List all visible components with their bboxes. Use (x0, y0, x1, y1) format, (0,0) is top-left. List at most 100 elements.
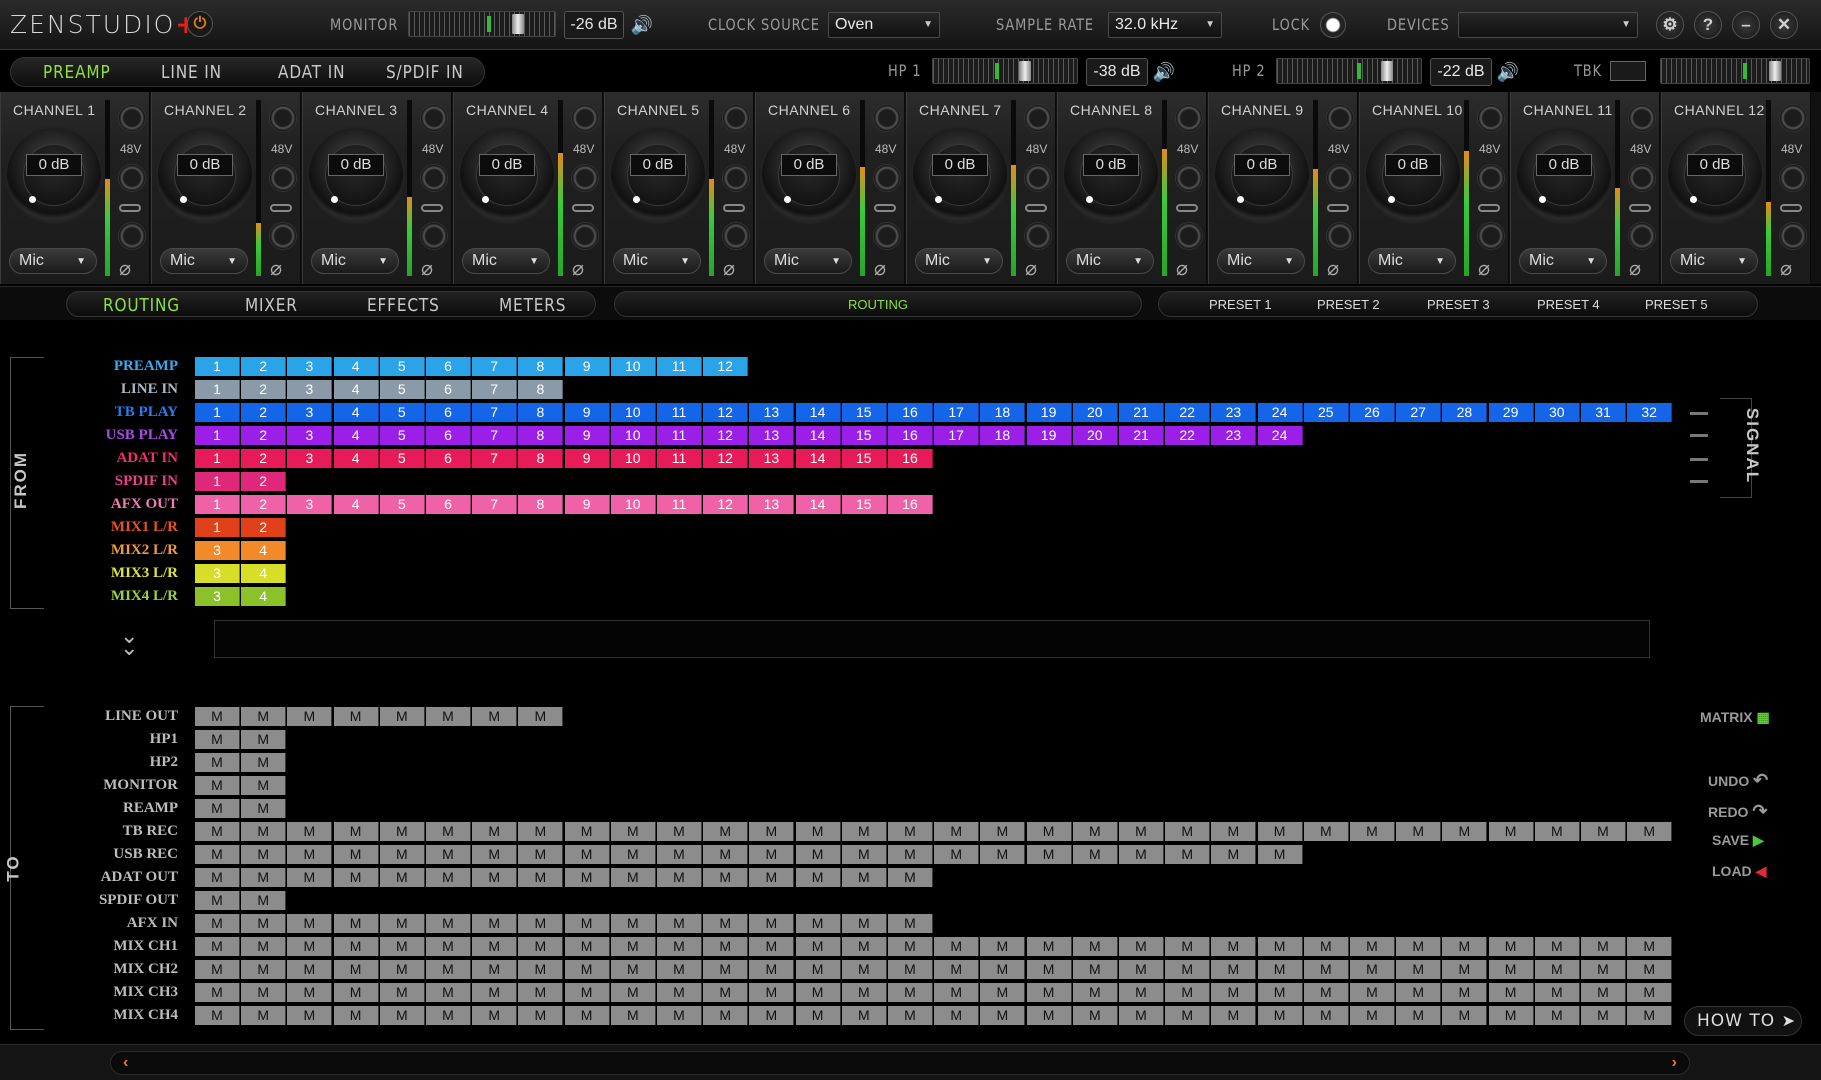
scroll-left-icon[interactable]: ‹ (123, 1054, 128, 1072)
mute-cell[interactable]: M (1211, 845, 1257, 864)
gain-knob[interactable]: 0 dB (1517, 128, 1611, 222)
mute-cell[interactable]: M (934, 983, 980, 1002)
mute-cell[interactable]: M (888, 937, 933, 956)
mute-cell[interactable]: M (1627, 822, 1673, 841)
from-cell[interactable]: 1 (195, 426, 240, 445)
mute-cell[interactable]: M (934, 937, 980, 956)
mute-cell[interactable]: M (841, 845, 887, 864)
mute-cell[interactable]: M (888, 845, 933, 864)
mute-cell[interactable]: M (1534, 937, 1580, 956)
link-icon[interactable] (1629, 204, 1651, 212)
link-icon[interactable] (1025, 204, 1047, 212)
from-cell[interactable]: 6 (426, 426, 471, 445)
from-cell[interactable]: 7 (472, 403, 518, 422)
from-cell[interactable]: 12 (703, 357, 749, 376)
from-cell[interactable]: 7 (472, 426, 518, 445)
mute-cell[interactable]: M (472, 960, 518, 979)
from-cell[interactable]: 1 (195, 495, 240, 514)
mute-cell[interactable]: M (518, 914, 564, 933)
horizontal-scrollbar[interactable]: ‹ › (110, 1051, 1690, 1075)
gain-knob[interactable]: 0 dB (1668, 128, 1762, 222)
mute-cell[interactable]: M (1303, 1006, 1349, 1025)
mute-cell[interactable]: M (1165, 937, 1211, 956)
phase-invert-icon[interactable]: ⌀ (1327, 256, 1339, 281)
mute-cell[interactable]: M (287, 937, 333, 956)
mute-cell[interactable]: M (1442, 1006, 1488, 1025)
mute-cell[interactable]: M (841, 960, 887, 979)
mute-cell[interactable]: M (657, 960, 702, 979)
tbk-fader[interactable] (1660, 58, 1810, 84)
mute-cell[interactable]: M (1442, 937, 1488, 956)
mute-cell[interactable]: M (795, 1006, 841, 1025)
mute-cell[interactable]: M (195, 822, 240, 841)
from-cell[interactable]: 14 (795, 495, 841, 514)
mute-cell[interactable]: M (610, 845, 656, 864)
from-cell[interactable]: 6 (426, 380, 471, 399)
mute-cell[interactable]: M (841, 914, 887, 933)
from-cell[interactable]: 14 (795, 426, 841, 445)
from-cell[interactable]: 15 (841, 403, 887, 422)
mute-cell[interactable]: M (749, 914, 795, 933)
hpf-button[interactable] (420, 222, 448, 250)
mute-cell[interactable]: M (518, 868, 564, 887)
mute-cell[interactable]: M (610, 960, 656, 979)
from-cell[interactable]: 3 (195, 587, 240, 606)
mute-cell[interactable]: M (1072, 1006, 1118, 1025)
mute-cell[interactable]: M (841, 868, 887, 887)
mute-cell[interactable]: M (610, 868, 656, 887)
close-icon[interactable]: ✕ (1770, 11, 1798, 39)
link-icon[interactable] (874, 204, 896, 212)
mute-cell[interactable]: M (703, 937, 749, 956)
from-cell[interactable]: 4 (333, 426, 379, 445)
mute-cell[interactable]: M (241, 707, 287, 726)
from-cell[interactable]: 9 (564, 357, 610, 376)
mute-cell[interactable]: M (703, 1006, 749, 1025)
mute-cell[interactable]: M (241, 914, 287, 933)
from-cell[interactable]: 10 (610, 426, 656, 445)
pad-button[interactable] (1024, 164, 1052, 192)
phantom-power-button[interactable] (873, 104, 901, 132)
hpf-button[interactable] (1326, 222, 1354, 250)
from-cell[interactable]: 17 (934, 426, 980, 445)
mute-cell[interactable]: M (287, 914, 333, 933)
mute-cell[interactable]: M (1488, 937, 1534, 956)
mute-cell[interactable]: M (610, 937, 656, 956)
from-cell[interactable]: 26 (1350, 403, 1395, 422)
from-cell[interactable]: 1 (195, 472, 240, 491)
mute-cell[interactable]: M (1442, 983, 1488, 1002)
from-cell[interactable]: 24 (1257, 403, 1303, 422)
from-cell[interactable]: 23 (1211, 403, 1257, 422)
mute-cell[interactable]: M (287, 983, 333, 1002)
link-icon[interactable] (1176, 204, 1198, 212)
tbk-toggle[interactable] (1610, 61, 1646, 81)
phase-invert-icon[interactable]: ⌀ (1025, 256, 1037, 281)
mute-cell[interactable]: M (195, 960, 240, 979)
from-cell[interactable]: 3 (287, 426, 333, 445)
mute-cell[interactable]: M (610, 914, 656, 933)
from-cell[interactable]: 15 (841, 495, 887, 514)
mute-cell[interactable]: M (610, 983, 656, 1002)
tab-effects[interactable]: EFFECTS (367, 295, 440, 316)
from-cell[interactable]: 5 (379, 403, 425, 422)
mute-cell[interactable]: M (379, 960, 425, 979)
from-cell[interactable]: 28 (1442, 403, 1488, 422)
mute-cell[interactable]: M (426, 845, 471, 864)
mute-cell[interactable]: M (841, 937, 887, 956)
from-cell[interactable]: 16 (888, 495, 933, 514)
mute-cell[interactable]: M (379, 707, 425, 726)
phantom-power-button[interactable] (118, 104, 146, 132)
mute-cell[interactable]: M (657, 845, 702, 864)
from-cell[interactable]: 10 (610, 357, 656, 376)
phantom-power-button[interactable] (722, 104, 750, 132)
mute-cell[interactable]: M (1026, 960, 1072, 979)
mute-cell[interactable]: M (1257, 983, 1303, 1002)
mute-cell[interactable]: M (472, 845, 518, 864)
mute-cell[interactable]: M (1257, 1006, 1303, 1025)
mute-cell[interactable]: M (241, 799, 287, 818)
mute-cell[interactable]: M (1581, 960, 1626, 979)
mute-cell[interactable]: M (1257, 960, 1303, 979)
from-cell[interactable]: 20 (1072, 403, 1118, 422)
link-icon[interactable] (421, 204, 443, 212)
gear-icon[interactable]: ⚙ (1656, 11, 1684, 39)
from-cell[interactable]: 15 (841, 426, 887, 445)
